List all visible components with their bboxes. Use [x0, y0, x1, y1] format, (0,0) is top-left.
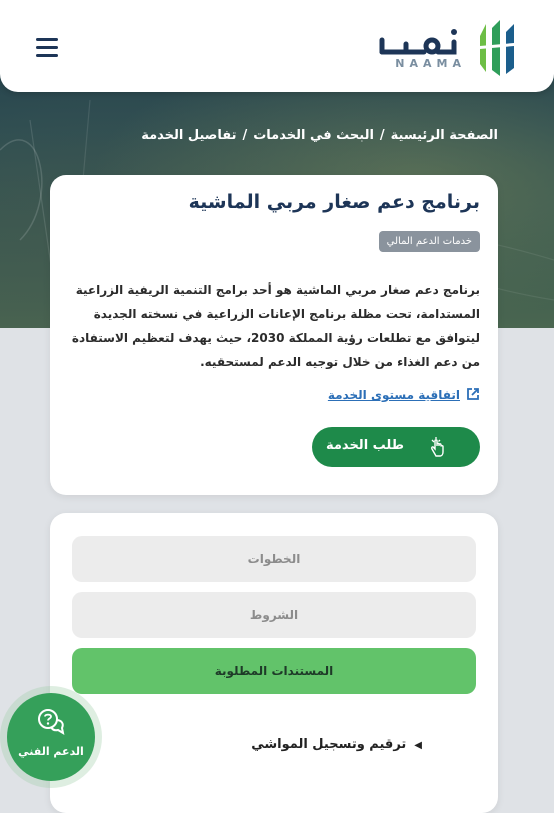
request-service-button[interactable]: طلب الخدمة — [312, 427, 480, 467]
technical-support-button[interactable]: الدعم الفني — [0, 686, 102, 788]
logo-caption: NAAMA — [395, 57, 466, 70]
menu-bar-icon — [36, 46, 58, 49]
service-details-card: الخطوات الشروط المستندات المطلوبة ◀ ترقيم… — [50, 513, 498, 813]
hamburger-menu-button[interactable] — [36, 38, 58, 57]
document-item-label: ترقيم وتسجيل المواشي — [251, 737, 407, 752]
breadcrumb-separator: / — [242, 128, 248, 143]
breadcrumb: الصفحة الرئيسية / البحث في الخدمات / تفاصيل … — [141, 128, 498, 143]
breadcrumb-search-link[interactable]: البحث في الخدمات — [253, 128, 374, 143]
menu-bar-icon — [36, 54, 58, 57]
hand-pointer-icon — [431, 437, 444, 457]
breadcrumb-separator: / — [379, 128, 385, 143]
breadcrumb-home-link[interactable]: الصفحة الرئيسية — [391, 128, 498, 143]
naama-logo[interactable] — [376, 14, 526, 80]
steps-accordion[interactable]: الخطوات — [72, 536, 476, 582]
site-header: NAAMA — [0, 0, 554, 92]
sla-link-label: اتفاقية مستوى الخدمة — [327, 388, 460, 402]
service-description: برنامج دعم صغار مربي الماشية هو أحد برام… — [71, 283, 480, 369]
document-list-item: ◀ ترقيم وتسجيل المواشي — [251, 737, 422, 752]
bullet-triangle-icon: ◀ — [414, 740, 422, 751]
breadcrumb-current: تفاصيل الخدمة — [141, 128, 237, 143]
chat-question-icon — [38, 709, 65, 736]
support-button-circle: الدعم الفني — [7, 693, 95, 781]
service-card: برنامج دعم صغار مربي الماشية خدمات الدعم… — [50, 175, 498, 495]
support-label: الدعم الفني — [18, 745, 84, 758]
service-title: برنامج دعم صغار مربي الماشية — [188, 191, 480, 213]
menu-bar-icon — [36, 38, 58, 41]
required-documents-accordion[interactable]: المستندات المطلوبة — [72, 648, 476, 694]
conditions-accordion[interactable]: الشروط — [72, 592, 476, 638]
request-service-label: طلب الخدمة — [326, 438, 404, 453]
sla-link[interactable]: اتفاقية مستوى الخدمة — [328, 387, 480, 402]
category-badge: خدمات الدعم المالي — [378, 231, 480, 252]
external-link-icon — [467, 388, 479, 400]
